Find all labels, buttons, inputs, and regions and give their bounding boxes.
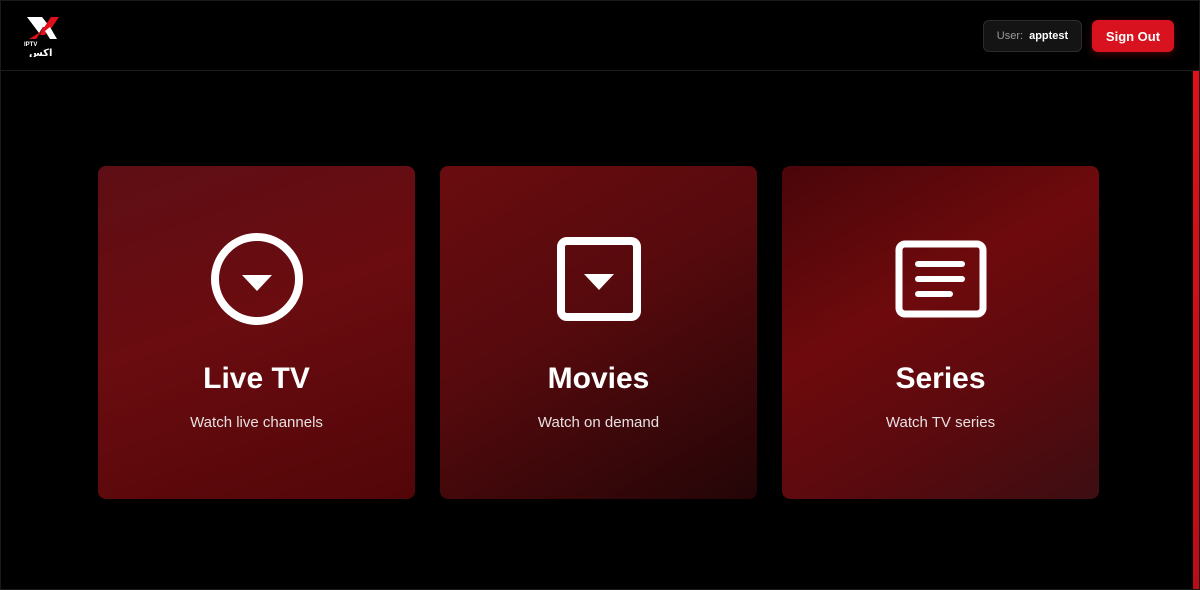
top-header: IPTV اكس User: apptest Sign Out bbox=[1, 1, 1200, 71]
scrollbar[interactable] bbox=[1193, 71, 1199, 589]
live-tv-card[interactable]: Live TV Watch live channels bbox=[98, 166, 415, 499]
user-label: User: bbox=[996, 30, 1024, 42]
user-badge: User: apptest bbox=[983, 20, 1082, 52]
sign-out-button[interactable]: Sign Out bbox=[1092, 20, 1174, 52]
card-subtitle: Watch live channels bbox=[190, 414, 323, 431]
movies-card[interactable]: Movies Watch on demand bbox=[440, 166, 757, 499]
logo-arabic-text: اكس bbox=[29, 48, 52, 57]
card-title: Live TV bbox=[203, 362, 310, 395]
card-subtitle: Watch TV series bbox=[885, 414, 996, 431]
card-title: Series bbox=[895, 362, 986, 395]
square-down-arrow-icon bbox=[551, 231, 647, 327]
card-title: Movies bbox=[547, 362, 650, 395]
username: apptest bbox=[1029, 30, 1069, 42]
text-lines-icon bbox=[893, 231, 989, 327]
app-page: IPTV اكس User: apptest Sign Out Live TV … bbox=[0, 0, 1200, 590]
circle-down-arrow-icon bbox=[209, 231, 305, 327]
brand-logo[interactable]: IPTV اكس bbox=[23, 15, 63, 59]
series-card[interactable]: Series Watch TV series bbox=[782, 166, 1099, 499]
card-subtitle: Watch on demand bbox=[537, 414, 660, 431]
logo-x-icon: IPTV اكس bbox=[24, 17, 59, 59]
